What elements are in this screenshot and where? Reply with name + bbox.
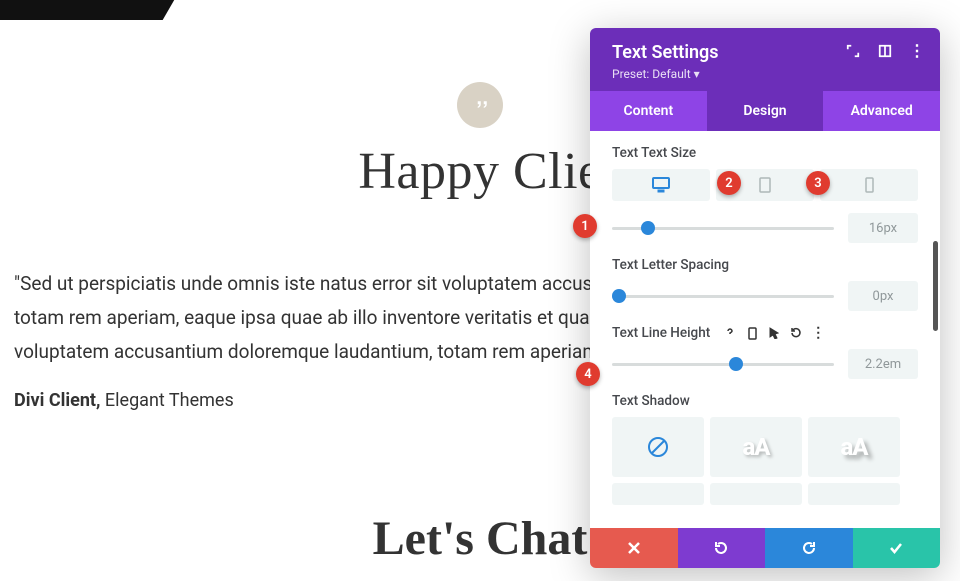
responsive-desktop[interactable] bbox=[612, 169, 710, 201]
value-line-height[interactable]: 2.2em bbox=[848, 349, 918, 379]
label-text-size: Text Text Size bbox=[612, 145, 918, 161]
settings-panel: Text Settings Preset: Default ▾ ⋮ Conten… bbox=[590, 28, 940, 568]
cancel-button[interactable] bbox=[590, 528, 678, 568]
corner-banner bbox=[0, 0, 197, 20]
panel-header-icons: ⋮ bbox=[846, 44, 924, 58]
group-text-size: Text Text Size 16px bbox=[612, 145, 918, 243]
client-company: Elegant Themes bbox=[100, 390, 233, 411]
group-line-height: Text Line Height ⋮ 2.2em bbox=[612, 325, 918, 379]
shadow-option-1[interactable]: aA bbox=[710, 417, 802, 477]
responsive-phone[interactable] bbox=[820, 169, 918, 201]
label-line-height-text: Text Line Height bbox=[612, 325, 710, 341]
tab-advanced[interactable]: Advanced bbox=[823, 91, 940, 131]
undo-button[interactable] bbox=[678, 528, 766, 568]
panel-preset[interactable]: Preset: Default ▾ bbox=[612, 67, 922, 81]
slider-track-line-height[interactable] bbox=[612, 363, 834, 366]
slider-track-text-size[interactable] bbox=[612, 227, 834, 230]
expand-icon[interactable] bbox=[846, 44, 860, 58]
device-icon[interactable] bbox=[746, 327, 758, 339]
shadow-sample-2: aA bbox=[840, 433, 867, 461]
redo-button[interactable] bbox=[765, 528, 853, 568]
annotation-2: 2 bbox=[717, 171, 741, 195]
shadow-sample-1: aA bbox=[742, 433, 769, 461]
options-icon[interactable]: ⋮ bbox=[812, 327, 824, 339]
slider-line-height: 2.2em bbox=[612, 349, 918, 379]
panel-footer bbox=[590, 528, 940, 568]
slider-thumb-text-size[interactable] bbox=[641, 221, 655, 235]
label-letter-spacing: Text Letter Spacing bbox=[612, 257, 918, 273]
panel-body: Text Text Size 16px Text L bbox=[590, 131, 940, 528]
slider-thumb-line-height[interactable] bbox=[729, 357, 743, 371]
tab-design[interactable]: Design bbox=[707, 91, 824, 131]
shadow-option-5[interactable] bbox=[808, 483, 900, 505]
shadow-option-2[interactable]: aA bbox=[808, 417, 900, 477]
reset-icon[interactable] bbox=[790, 327, 802, 339]
confirm-button[interactable] bbox=[853, 528, 941, 568]
label-text-shadow: Text Shadow bbox=[612, 393, 918, 409]
help-icon[interactable] bbox=[724, 327, 736, 339]
responsive-tabs bbox=[612, 169, 918, 201]
slider-letter-spacing: 0px bbox=[612, 281, 918, 311]
shadow-options: aA aA bbox=[612, 417, 918, 477]
group-text-shadow: Text Shadow aA aA bbox=[612, 393, 918, 505]
value-text-size[interactable]: 16px bbox=[848, 213, 918, 243]
slider-text-size: 16px bbox=[612, 213, 918, 243]
shadow-option-none[interactable] bbox=[612, 417, 704, 477]
panel-header: Text Settings Preset: Default ▾ ⋮ bbox=[590, 28, 940, 91]
group-letter-spacing: Text Letter Spacing 0px bbox=[612, 257, 918, 311]
panel-tabs: Content Design Advanced bbox=[590, 91, 940, 131]
label-line-height-icons: ⋮ bbox=[724, 327, 824, 339]
annotation-1: 1 bbox=[573, 214, 597, 238]
tab-content[interactable]: Content bbox=[590, 91, 707, 131]
annotation-3: 3 bbox=[806, 171, 830, 195]
annotation-4: 4 bbox=[576, 362, 600, 386]
hover-icon[interactable] bbox=[768, 327, 780, 339]
client-name: Divi Client, bbox=[14, 390, 100, 411]
quote-icon bbox=[457, 82, 503, 128]
value-letter-spacing[interactable]: 0px bbox=[848, 281, 918, 311]
shadow-option-4[interactable] bbox=[710, 483, 802, 505]
column-icon[interactable] bbox=[878, 44, 892, 58]
shadow-option-3[interactable] bbox=[612, 483, 704, 505]
slider-track-letter-spacing[interactable] bbox=[612, 295, 834, 298]
shadow-options-row2 bbox=[612, 483, 918, 505]
label-line-height: Text Line Height ⋮ bbox=[612, 325, 918, 341]
more-icon[interactable]: ⋮ bbox=[910, 44, 924, 58]
scrollbar-thumb[interactable] bbox=[933, 241, 938, 331]
slider-thumb-letter-spacing[interactable] bbox=[612, 289, 626, 303]
